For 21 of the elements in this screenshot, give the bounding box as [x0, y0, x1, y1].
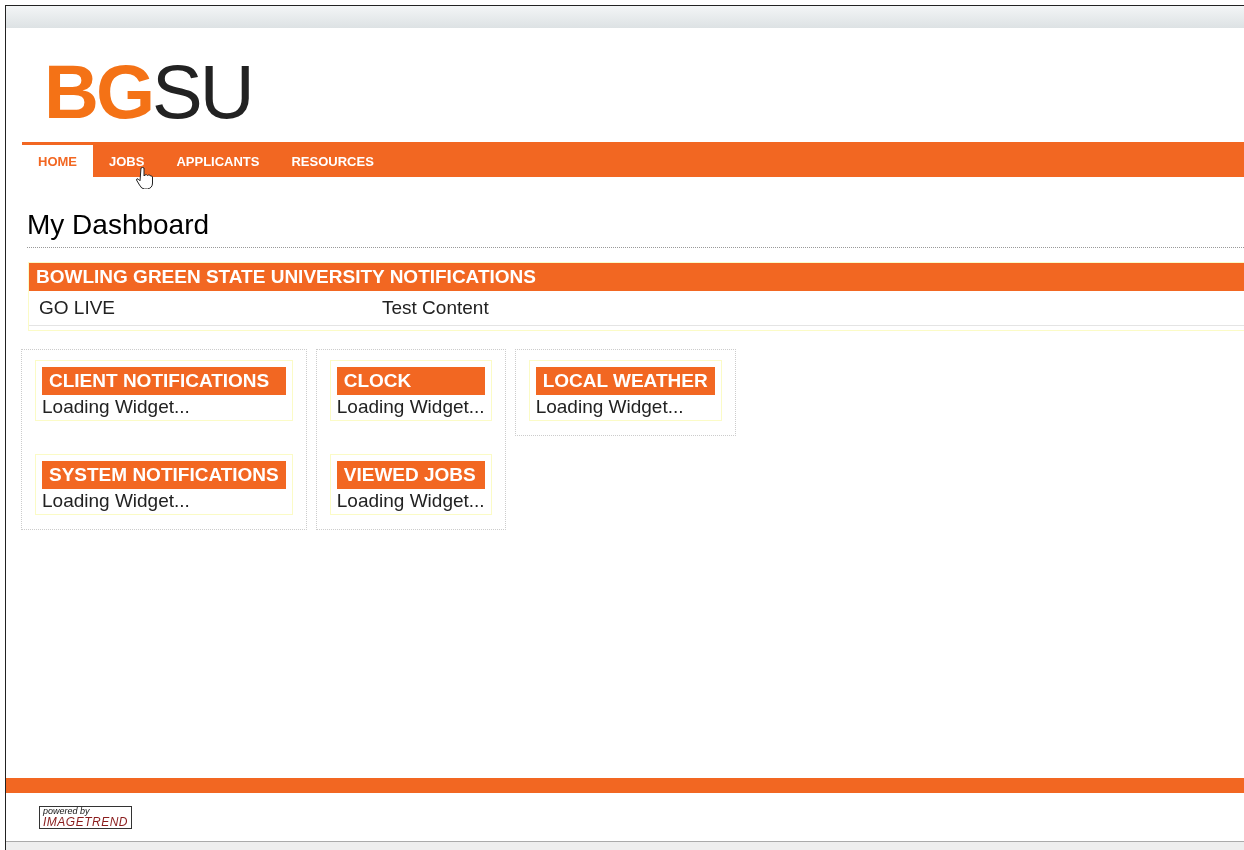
nav-tab[interactable]: HOME: [22, 145, 93, 177]
nav-tab[interactable]: RESOURCES: [275, 145, 390, 177]
widget-loading-text: Loading Widget...: [42, 395, 191, 418]
notification-content: Test Content: [382, 297, 489, 319]
widget-header: CLOCK: [336, 367, 485, 395]
hand-cursor-icon: [136, 167, 154, 189]
powered-by-badge[interactable]: powered by IMAGETREND: [39, 805, 132, 829]
logo: BGSU: [44, 56, 252, 128]
widget-header: CLIENT NOTIFICATIONS: [42, 367, 286, 395]
widget-loading-text: Loading Widget...: [535, 395, 685, 418]
widget-header: LOCAL WEATHER: [535, 367, 715, 395]
nav-tab[interactable]: APPLICANTS: [160, 145, 276, 177]
widget-header: SYSTEM NOTIFICATIONS: [42, 461, 286, 489]
widget-loading-text: Loading Widget...: [336, 489, 485, 512]
panel-header: BOWLING GREEN STATE UNIVERSITY NOTIFICATIONS: [29, 263, 1244, 291]
widget-loading-text: Loading Widget...: [42, 489, 191, 512]
nav-tab[interactable]: JOBS: [93, 145, 161, 177]
notification-subject: GO LIVE: [39, 297, 117, 319]
widget-header: VIEWED JOBS: [336, 461, 485, 489]
widget-loading-text: Loading Widget...: [336, 395, 485, 418]
page-title: My Dashboard: [27, 209, 1244, 248]
